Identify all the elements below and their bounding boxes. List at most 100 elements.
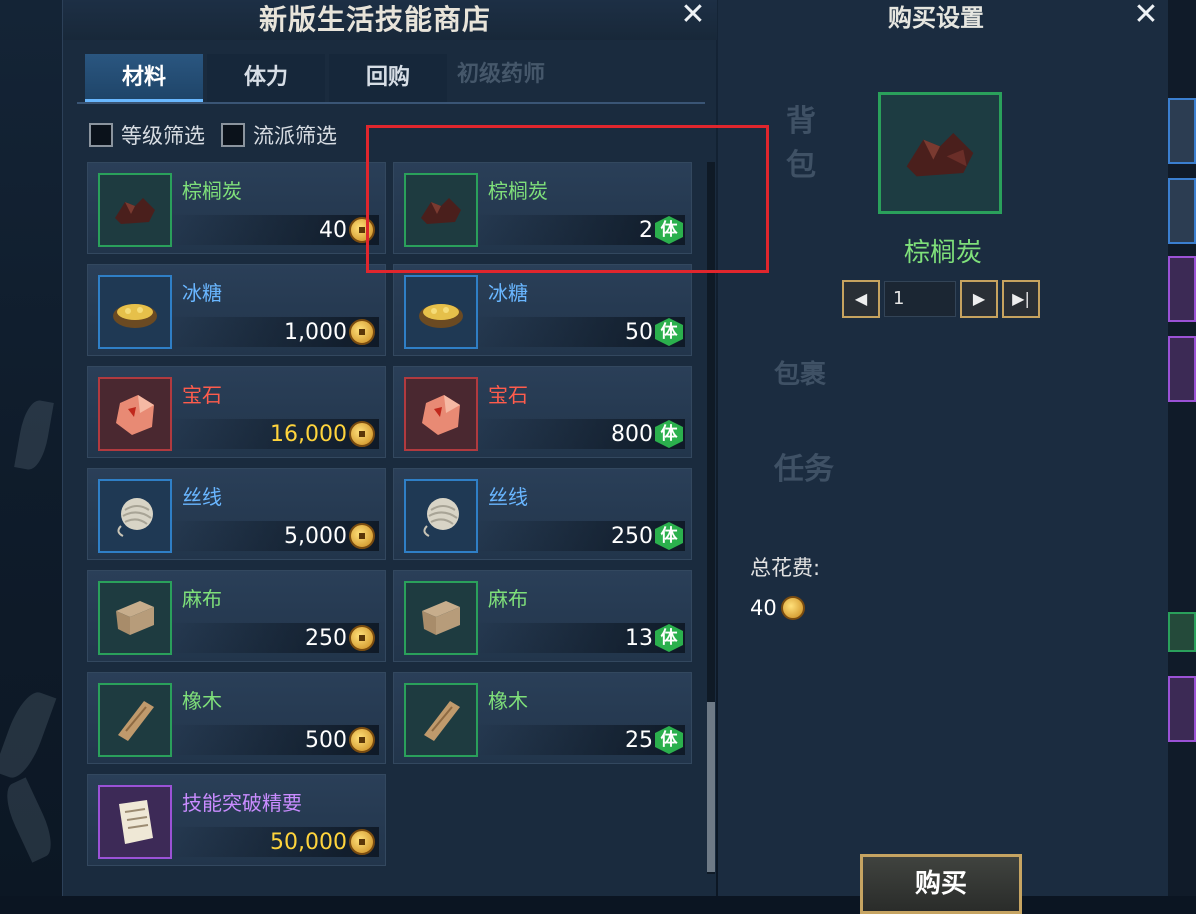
inventory-slot[interactable] <box>1168 256 1196 322</box>
inventory-slot[interactable] <box>1168 336 1196 402</box>
price-strip <box>475 419 685 449</box>
quantity-input[interactable]: 1 <box>884 281 956 317</box>
price-strip <box>475 521 685 551</box>
gem-icon <box>98 377 172 451</box>
item-price: 13 <box>625 626 653 651</box>
item-name: 麻布 <box>182 587 222 611</box>
price-strip <box>475 317 685 347</box>
shop-close-button[interactable]: ✕ <box>675 0 711 36</box>
tab-materials[interactable]: 材料 <box>85 54 203 102</box>
silk-thread-icon <box>98 479 172 553</box>
rock-sugar-icon <box>404 275 478 349</box>
shop-item[interactable]: 丝线 5,000 <box>87 468 386 560</box>
inventory-slot[interactable] <box>1168 178 1196 244</box>
bg-label: 任务 <box>774 452 834 487</box>
item-name: 麻布 <box>488 587 528 611</box>
buy-settings-panel: 背 包 包裹 任务 购买设置 ✕ 棕榈炭 ◀ 1 ▶ ▶| 总花费: 40 购买 <box>718 0 1168 914</box>
item-name: 冰糖 <box>182 281 222 305</box>
item-price: 40 <box>319 218 347 243</box>
scrollbar-thumb[interactable] <box>707 702 715 872</box>
item-name: 丝线 <box>488 485 528 509</box>
item-price: 1,000 <box>284 320 347 345</box>
oak-wood-icon <box>404 683 478 757</box>
price-strip <box>169 521 379 551</box>
item-name: 冰糖 <box>488 281 528 305</box>
level-filter-label: 等级筛选 <box>121 124 205 148</box>
shop-item[interactable]: 冰糖 50 体 <box>393 264 692 356</box>
item-price: 16,000 <box>270 422 347 447</box>
shop-item[interactable]: 宝石 800 体 <box>393 366 692 458</box>
item-price: 800 <box>611 422 653 447</box>
level-filter[interactable]: 等级筛选 <box>89 120 205 150</box>
quantity-stepper: ◀ 1 ▶ ▶| <box>842 280 1040 318</box>
school-filter-checkbox[interactable] <box>221 123 245 147</box>
buy-close-button[interactable]: ✕ <box>1128 0 1164 36</box>
shop-item[interactable]: 橡木 500 <box>87 672 386 764</box>
bg-label: 包 <box>786 148 816 183</box>
item-name: 棕榈炭 <box>182 179 242 203</box>
copper-coin-icon <box>780 596 805 620</box>
item-price: 500 <box>305 728 347 753</box>
school-filter[interactable]: 流派筛选 <box>221 120 337 150</box>
item-price: 25 <box>625 728 653 753</box>
max-button[interactable]: ▶| <box>1002 280 1040 318</box>
total-cost-label: 总花费: <box>750 556 821 580</box>
shop-item[interactable]: 棕榈炭 40 <box>87 162 386 254</box>
bg-label: 包裹 <box>774 360 827 390</box>
selected-item-name: 棕榈炭 <box>904 238 983 268</box>
total-cost-row: 40 <box>750 596 805 620</box>
oak-wood-icon <box>98 683 172 757</box>
item-price: 250 <box>611 524 653 549</box>
copper-coin-icon <box>349 829 375 855</box>
item-price: 50,000 <box>270 830 347 855</box>
buy-panel-title: 购买设置 <box>888 3 984 32</box>
shop-item[interactable]: 橡木 25 体 <box>393 672 692 764</box>
level-filter-checkbox[interactable] <box>89 123 113 147</box>
price-strip <box>169 215 379 245</box>
item-name: 技能突破精要 <box>182 791 302 815</box>
copper-coin-icon <box>349 319 375 345</box>
price-strip <box>169 623 379 653</box>
copper-coin-icon <box>349 523 375 549</box>
shop-item[interactable]: 冰糖 1,000 <box>87 264 386 356</box>
decrease-button[interactable]: ◀ <box>842 280 880 318</box>
tab-divider <box>77 102 705 104</box>
inventory-slot[interactable] <box>1168 98 1196 164</box>
copper-coin-icon <box>349 727 375 753</box>
shop-item[interactable]: 麻布 13 体 <box>393 570 692 662</box>
total-cost-value: 40 <box>750 596 777 620</box>
item-name: 丝线 <box>182 485 222 509</box>
inventory-slot[interactable] <box>1168 612 1196 652</box>
item-name: 橡木 <box>488 689 528 713</box>
copper-coin-icon <box>349 625 375 651</box>
silk-thread-icon <box>404 479 478 553</box>
item-name: 宝石 <box>488 383 528 407</box>
shop-item[interactable]: 技能突破精要 50,000 <box>87 774 386 866</box>
price-strip <box>475 623 685 653</box>
bg-tab-text: 初级药师 <box>457 62 546 87</box>
tab-buyback[interactable]: 回购 <box>329 54 447 102</box>
inventory-slot[interactable] <box>1168 676 1196 742</box>
item-name: 橡木 <box>182 689 222 713</box>
linen-cloth-icon <box>98 581 172 655</box>
copper-coin-icon <box>349 421 375 447</box>
shop-tabs: 材料 体力 回购 <box>85 54 447 102</box>
price-strip <box>475 725 685 755</box>
linen-cloth-icon <box>404 581 478 655</box>
tab-stamina[interactable]: 体力 <box>207 54 325 102</box>
skill-scroll-icon <box>98 785 172 859</box>
shop-item[interactable]: 丝线 250 体 <box>393 468 692 560</box>
buy-button[interactable]: 购买 <box>860 854 1022 914</box>
price-strip <box>169 317 379 347</box>
shop-item[interactable]: 麻布 250 <box>87 570 386 662</box>
price-strip <box>169 725 379 755</box>
item-price: 5,000 <box>284 524 347 549</box>
gem-icon <box>404 377 478 451</box>
shop-item[interactable]: 宝石 16,000 <box>87 366 386 458</box>
charcoal-icon <box>878 92 1002 214</box>
shop-title: 新版生活技能商店 <box>259 3 492 36</box>
increase-button[interactable]: ▶ <box>960 280 998 318</box>
item-price: 250 <box>305 626 347 651</box>
charcoal-icon <box>98 173 172 247</box>
item-name: 宝石 <box>182 383 222 407</box>
